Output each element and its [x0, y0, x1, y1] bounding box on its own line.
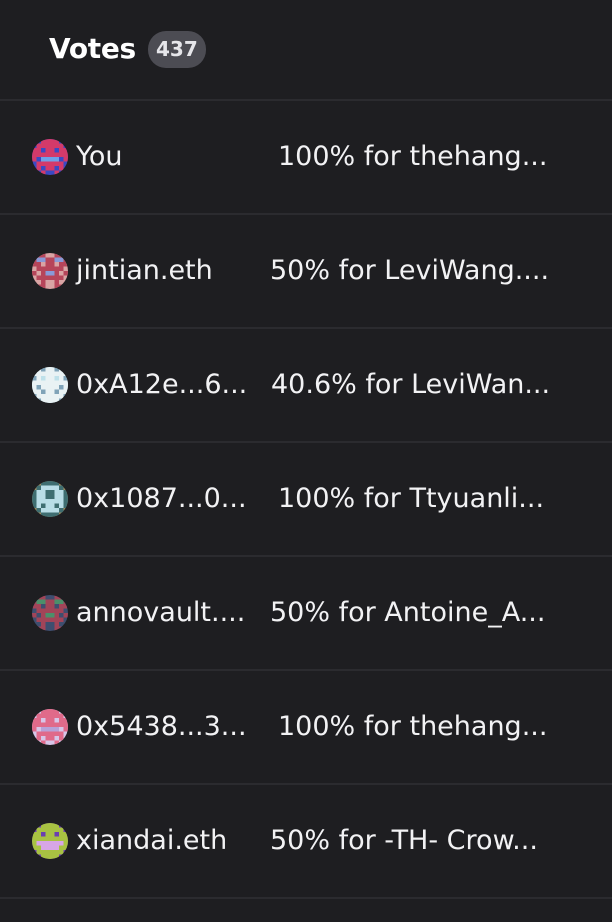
vote-choice: 50% for -TH- Crow...	[270, 825, 538, 856]
vote-choice: 50% for Antoine_A...	[270, 597, 546, 628]
vote-row: 0xA12e...6... 40.6% for LeviWan...	[0, 329, 612, 443]
vote-choice: 100% for thehang...	[278, 711, 548, 742]
vote-choice: 100% for Ttyuanli...	[278, 483, 545, 514]
voter-avatar[interactable]	[32, 253, 68, 289]
voter-avatar[interactable]	[32, 139, 68, 175]
voter-name[interactable]: 0x5438...3...	[76, 711, 247, 743]
voter[interactable]: 0x5438...3...	[32, 671, 247, 783]
identicon-icon	[32, 367, 68, 403]
vote-row: xiandai.eth 50% for -TH- Crow...	[0, 785, 612, 899]
votes-header: Votes 437	[0, 0, 612, 101]
voter[interactable]: You	[32, 101, 123, 213]
identicon-icon	[32, 709, 68, 745]
vote-row: 0x5438...3... 100% for thehang...	[0, 671, 612, 785]
vote-choice: 50% for LeviWang....	[270, 255, 550, 286]
identicon-icon	[32, 595, 68, 631]
vote-row: jintian.eth 50% for LeviWang....	[0, 215, 612, 329]
voter[interactable]: annovault....	[32, 557, 245, 669]
identicon-icon	[32, 139, 68, 175]
votes-count-badge: 437	[148, 31, 206, 68]
vote-row: You 100% for thehang...	[0, 101, 612, 215]
voter[interactable]: jintian.eth	[32, 215, 213, 327]
voter-avatar[interactable]	[32, 367, 68, 403]
voter-avatar[interactable]	[32, 823, 68, 859]
voter-name[interactable]: 0xA12e...6...	[76, 369, 247, 401]
vote-choice: 100% for thehang...	[278, 141, 548, 172]
identicon-icon	[32, 823, 68, 859]
vote-row: annovault.... 50% for Antoine_A...	[0, 557, 612, 671]
vote-choice: 40.6% for LeviWan...	[271, 369, 551, 400]
voter-name[interactable]: annovault....	[76, 597, 245, 629]
voter-avatar[interactable]	[32, 709, 68, 745]
voter[interactable]: xiandai.eth	[32, 785, 227, 897]
voter-name[interactable]: jintian.eth	[76, 255, 213, 287]
voter[interactable]: 0xA12e...6...	[32, 329, 247, 441]
voter-avatar[interactable]	[32, 481, 68, 517]
vote-list: You 100% for thehang... jintian.eth 50% …	[0, 101, 612, 899]
voter-avatar[interactable]	[32, 595, 68, 631]
voter[interactable]: 0x1087...0...	[32, 443, 247, 555]
vote-row: 0x1087...0... 100% for Ttyuanli...	[0, 443, 612, 557]
identicon-icon	[32, 481, 68, 517]
votes-title: Votes	[49, 32, 136, 65]
voter-name[interactable]: You	[76, 141, 123, 173]
voter-name[interactable]: xiandai.eth	[76, 825, 227, 857]
voter-name[interactable]: 0x1087...0...	[76, 483, 247, 515]
identicon-icon	[32, 253, 68, 289]
